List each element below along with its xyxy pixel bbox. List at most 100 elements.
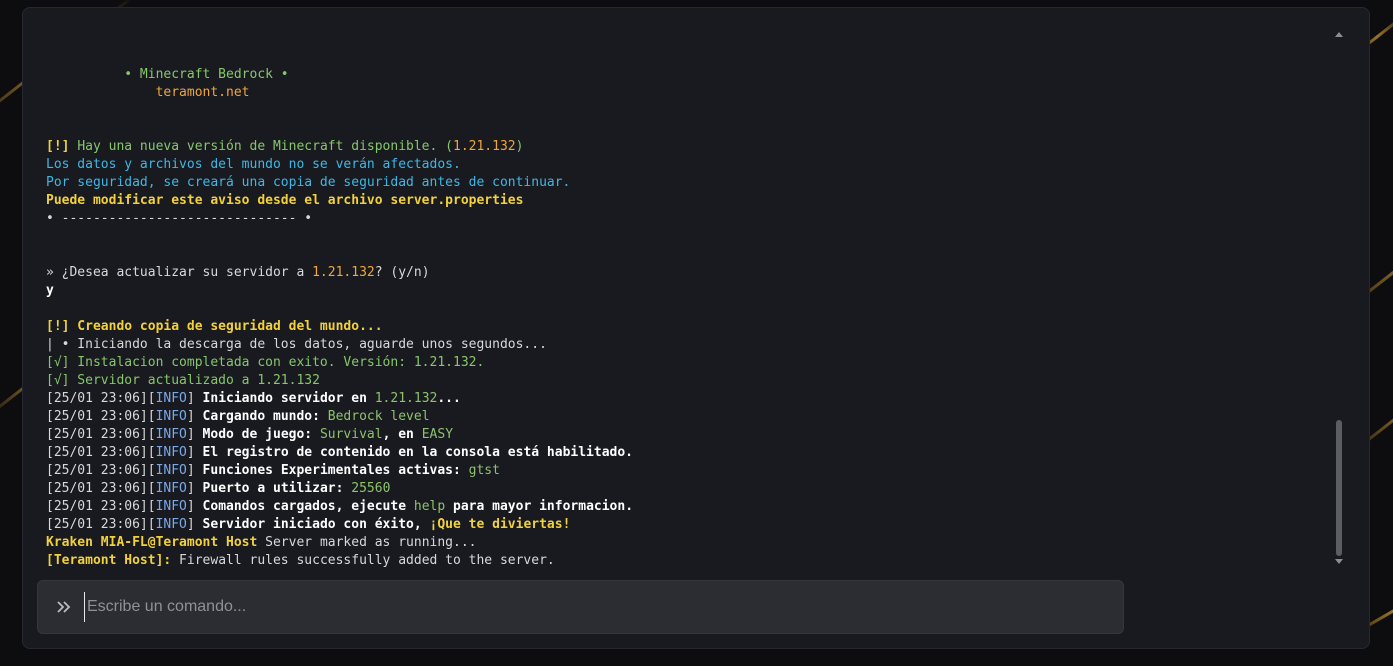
double-chevron-right-icon bbox=[55, 595, 73, 619]
console-line: [25/01 23:06][INFO] Modo de juego: Survi… bbox=[46, 426, 1326, 444]
console-text: help bbox=[413, 499, 446, 514]
scroll-down-arrow-icon[interactable] bbox=[1335, 559, 1343, 564]
console-line: [25/01 23:06][INFO] Puerto a utilizar: 2… bbox=[46, 480, 1326, 498]
console-text: INFO bbox=[155, 517, 187, 532]
console-line: • Minecraft Bedrock • bbox=[46, 66, 1326, 84]
console-panel: • Minecraft Bedrock • teramont.net [!] Ha… bbox=[22, 7, 1370, 649]
console-line: [25/01 23:06][INFO] Cargando mundo: Bedr… bbox=[46, 408, 1326, 426]
console-line: [!] Creando copia de seguridad del mundo… bbox=[46, 318, 1326, 336]
console-text: [25/01 23:06][ bbox=[46, 445, 156, 460]
scrollbar-thumb[interactable] bbox=[1336, 420, 1342, 556]
console-text: [25/01 23:06][ bbox=[46, 391, 156, 406]
console-line: | • Iniciando la descarga de los datos, … bbox=[46, 336, 1326, 354]
console-line: y bbox=[46, 282, 1326, 300]
console-text: INFO bbox=[155, 391, 187, 406]
console-text: ... bbox=[437, 391, 461, 406]
console-text: INFO bbox=[155, 409, 187, 424]
console-text: ? (y/n) bbox=[374, 265, 430, 280]
console-line: » ¿Desea actualizar su servidor a 1.21.1… bbox=[46, 264, 1326, 282]
console-text: Kraken MIA-FL@Teramont Host bbox=[46, 535, 258, 550]
console-text: ] bbox=[186, 517, 203, 532]
console-text: • ------------------------------ • bbox=[46, 211, 313, 226]
console-line: Puede modificar este aviso desde el arch… bbox=[46, 192, 1326, 210]
console-line: [√] Instalacion completada con exito. Ve… bbox=[46, 354, 1326, 372]
console-text: [!] Creando copia de seguridad del mundo… bbox=[46, 319, 383, 334]
console-text: ] bbox=[186, 481, 203, 496]
console-text: Puerto a utilizar: bbox=[202, 481, 352, 496]
console-line: [25/01 23:06][INFO] Comandos cargados, e… bbox=[46, 498, 1326, 516]
console-text: [25/01 23:06][ bbox=[46, 427, 156, 442]
console-text: INFO bbox=[155, 463, 187, 478]
console-text: ] bbox=[186, 499, 203, 514]
console-text: 1.21.132 bbox=[453, 139, 516, 154]
console-line: [25/01 23:06][INFO] El registro de conte… bbox=[46, 444, 1326, 462]
console-text: teramont.net bbox=[46, 85, 250, 100]
console-text: [25/01 23:06][ bbox=[46, 499, 156, 514]
console-text: y bbox=[46, 283, 54, 298]
console-line: Por seguridad, se creará una copia de se… bbox=[46, 174, 1326, 192]
console-line: [!] Hay una nueva versión de Minecraft d… bbox=[46, 138, 1326, 156]
command-input[interactable] bbox=[84, 592, 1104, 622]
console-text: Survival bbox=[319, 427, 383, 442]
console-text: INFO bbox=[155, 499, 187, 514]
console-text: Cargando mundo: bbox=[202, 409, 328, 424]
console-text: [25/01 23:06][ bbox=[46, 517, 156, 532]
console-text: para mayor informacion. bbox=[445, 499, 634, 514]
console-text: ¡Que te diviertas! bbox=[429, 517, 571, 532]
console-text: ) bbox=[515, 139, 524, 154]
console-line: Los datos y archivos del mundo no se ver… bbox=[46, 156, 1326, 174]
console-line: [25/01 23:06][INFO] Funciones Experiment… bbox=[46, 462, 1326, 480]
console-line: [Teramont Host]: Firewall rules successf… bbox=[46, 552, 1326, 570]
console-text: , en bbox=[382, 427, 422, 442]
console-text: Bedrock level bbox=[327, 409, 430, 424]
console-output: • Minecraft Bedrock • teramont.net [!] Ha… bbox=[46, 48, 1326, 570]
console-text: INFO bbox=[155, 427, 187, 442]
console-text: ] bbox=[186, 445, 203, 460]
console-text: Funciones Experimentales activas: bbox=[202, 463, 469, 478]
console-text: Modo de juego: bbox=[202, 427, 320, 442]
console-line: teramont.net bbox=[46, 84, 1326, 102]
console-text: ] bbox=[186, 463, 203, 478]
console-line: • ------------------------------ • bbox=[46, 210, 1326, 228]
console-text: [!] bbox=[46, 139, 78, 154]
console-text: 1.21.132 bbox=[312, 265, 375, 280]
console-text: INFO bbox=[155, 481, 187, 496]
console-text: ] bbox=[186, 409, 203, 424]
console-text: Servidor iniciado con éxito, bbox=[202, 517, 430, 532]
console-text: Iniciando servidor en bbox=[202, 391, 375, 406]
console-text: gtst bbox=[468, 463, 500, 478]
console-line: [√] Servidor actualizado a 1.21.132 bbox=[46, 372, 1326, 390]
console-text: 25560 bbox=[351, 481, 391, 496]
console-text: [√] Servidor actualizado a 1.21.132 bbox=[46, 373, 320, 388]
console-text: Server marked as running... bbox=[257, 535, 477, 550]
console-text: Puede modificar este aviso desde el arch… bbox=[46, 193, 524, 208]
console-text: INFO bbox=[155, 445, 187, 460]
console-text: » ¿Desea actualizar su servidor a bbox=[46, 265, 313, 280]
console-text: | • Iniciando la descarga de los datos, … bbox=[46, 337, 547, 352]
console-text: [25/01 23:06][ bbox=[46, 409, 156, 424]
scroll-up-arrow-icon[interactable] bbox=[1335, 32, 1343, 37]
console-line: [25/01 23:06][INFO] Iniciando servidor e… bbox=[46, 390, 1326, 408]
console-text: [25/01 23:06][ bbox=[46, 481, 156, 496]
console-line: [25/01 23:06][INFO] Servidor iniciado co… bbox=[46, 516, 1326, 534]
console-text: [25/01 23:06][ bbox=[46, 463, 156, 478]
console-text: Por seguridad, se creará una copia de se… bbox=[46, 175, 571, 190]
console-text: Firewall rules successfully added to the… bbox=[171, 553, 555, 568]
scrollbar-track[interactable] bbox=[1336, 44, 1342, 556]
console-text: Comandos cargados, ejecute bbox=[202, 499, 414, 514]
console-text: [√] Instalacion completada con exito. Ve… bbox=[46, 355, 485, 370]
console-text: [Teramont Host]: bbox=[46, 553, 172, 568]
console-text: • Minecraft Bedrock • bbox=[46, 67, 289, 82]
console-line: Kraken MIA-FL@Teramont Host Server marke… bbox=[46, 534, 1326, 552]
console-text: ] bbox=[186, 391, 203, 406]
console-text: El registro de contenido en la consola e… bbox=[202, 445, 634, 460]
command-bar bbox=[37, 580, 1124, 634]
console-text: Hay una nueva versión de Minecraft dispo… bbox=[77, 139, 453, 154]
console-text: EASY bbox=[421, 427, 454, 442]
